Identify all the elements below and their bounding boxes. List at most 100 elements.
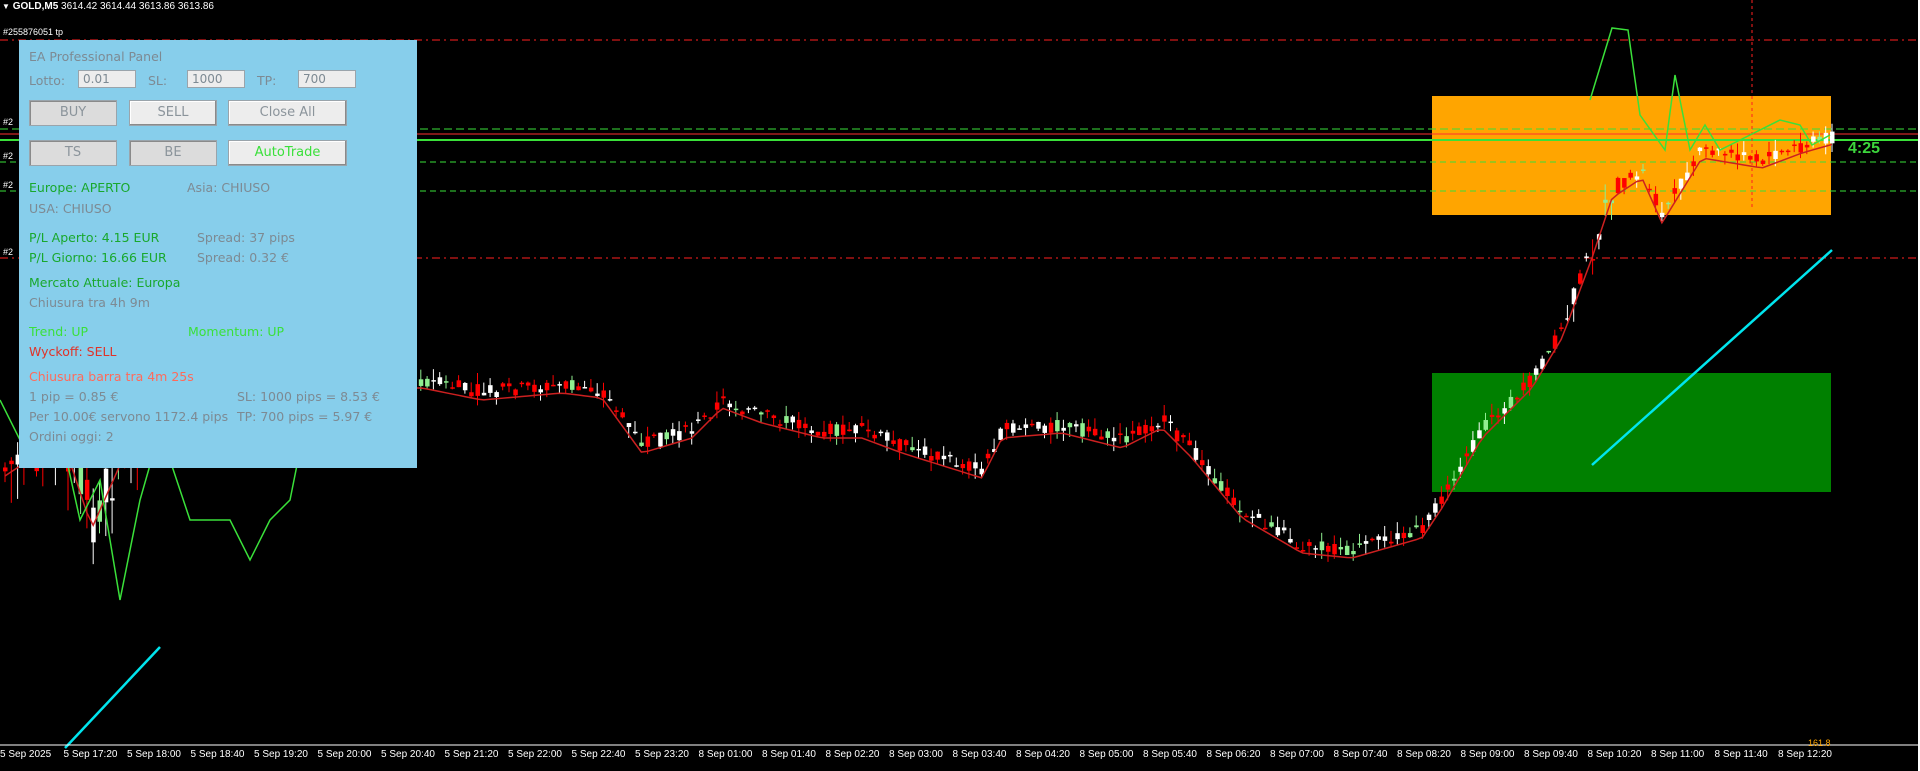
candle-body [1206,466,1211,475]
candle-body [1729,149,1734,153]
time-axis-label: 8 Sep 08:20 [1397,749,1451,760]
autotrade-button[interactable]: AutoTrade [228,140,347,166]
candle-body [721,396,726,399]
tp-label: TP: [257,73,277,88]
candle-body [1735,154,1740,161]
tp-input[interactable] [298,70,356,88]
candle-body [985,453,991,459]
order-tag[interactable]: #2 [3,180,13,190]
candle-body [1779,150,1785,153]
candle-body [431,380,436,382]
candle-body [1017,428,1022,430]
candle-body [1023,424,1029,428]
order-tag[interactable]: #2 [3,151,13,161]
candle-body [488,385,493,393]
time-axis-label: 5 Sep 20:00 [317,749,372,760]
candle-body [494,392,499,398]
candle-body [1288,538,1293,543]
candle-body [840,424,846,435]
market-now: Mercato Attuale: Europa [29,275,181,290]
candle-body [1527,375,1533,388]
candle-body [633,431,638,434]
trailing-stop-button[interactable]: TS [29,140,117,166]
candle-body [1483,420,1488,430]
close-all-button[interactable]: Close All [228,100,347,126]
panel-title: EA Professional Panel [29,49,163,64]
candle-body [437,377,443,385]
time-axis-label: 5 Sep 20:40 [381,749,435,760]
time-axis-label: 8 Sep 04:20 [1016,749,1070,760]
candle-body [973,462,978,469]
candle-body [1080,423,1085,437]
candle-body [651,434,657,437]
time-axis-label: 5 Sep 23:20 [635,749,689,760]
time-axis-label: 8 Sep 09:00 [1460,749,1515,760]
candle-body [1130,430,1136,434]
candle-body [3,467,8,472]
candle-body [1584,256,1589,258]
sl-input[interactable] [187,70,245,88]
candle-body [1074,424,1079,427]
candle-body [998,428,1003,440]
candle-body [1092,428,1098,436]
sell-button[interactable]: SELL [129,100,217,126]
order-tag[interactable]: #255876051 tp [3,27,63,37]
candle-body [1029,423,1035,426]
candle-body [1275,527,1281,536]
momentum-status: Momentum: UP [188,324,285,339]
candle-body [1559,327,1564,329]
candle-body [1615,177,1621,194]
candle-body [1653,193,1659,206]
candle-body [1760,160,1766,165]
triangle-down-icon[interactable]: ▼ [2,2,10,11]
candle-body [614,410,619,412]
candle-body [1659,212,1665,218]
breakeven-button[interactable]: BE [129,140,217,166]
candle-body [532,384,537,392]
candle-body [1313,548,1318,550]
candle-body [607,399,613,401]
time-axis-label: 8 Sep 05:00 [1079,749,1134,760]
candle-body [1174,430,1180,442]
candle-body [1319,541,1325,551]
candle-body [815,431,821,436]
candle-body [903,440,909,446]
order-tag[interactable]: #2 [3,247,13,257]
candle-body [677,431,682,441]
spread-eur: Spread: 0.32 € [197,250,289,265]
candle-body [1143,424,1148,434]
candle-body [462,382,468,391]
candle-body [1376,536,1381,540]
candle-body [1804,144,1810,148]
candle-body [891,440,896,444]
candle-body [645,436,651,447]
candle-body [1200,460,1205,466]
candle-body [1300,550,1306,552]
candle-body [702,415,707,417]
candle-body [1231,497,1236,506]
candle-body [1811,136,1816,142]
candle-body [759,412,764,415]
candle-body [916,448,921,451]
candle-body [1326,545,1331,552]
lot-input[interactable] [78,70,136,88]
candle-body [1351,550,1356,555]
candle-body [1149,426,1155,432]
candle-body [418,379,424,386]
candle-body [1256,513,1262,518]
time-axis-label: 5 Sep 21:20 [444,749,499,760]
candle-body [1061,427,1066,431]
candle-body [1389,541,1394,544]
candle-body [714,402,720,410]
candle-body [538,389,543,393]
lot-label: Lotto: [29,73,66,88]
candle-body [847,429,852,432]
candle-body [1269,522,1274,527]
candle-body [885,432,890,441]
candle-body [740,411,745,415]
candle-body [1508,396,1514,408]
candle-body [9,460,14,465]
candle-body [1124,436,1129,443]
buy-button[interactable]: BUY [29,100,117,126]
order-tag[interactable]: #2 [3,117,13,127]
